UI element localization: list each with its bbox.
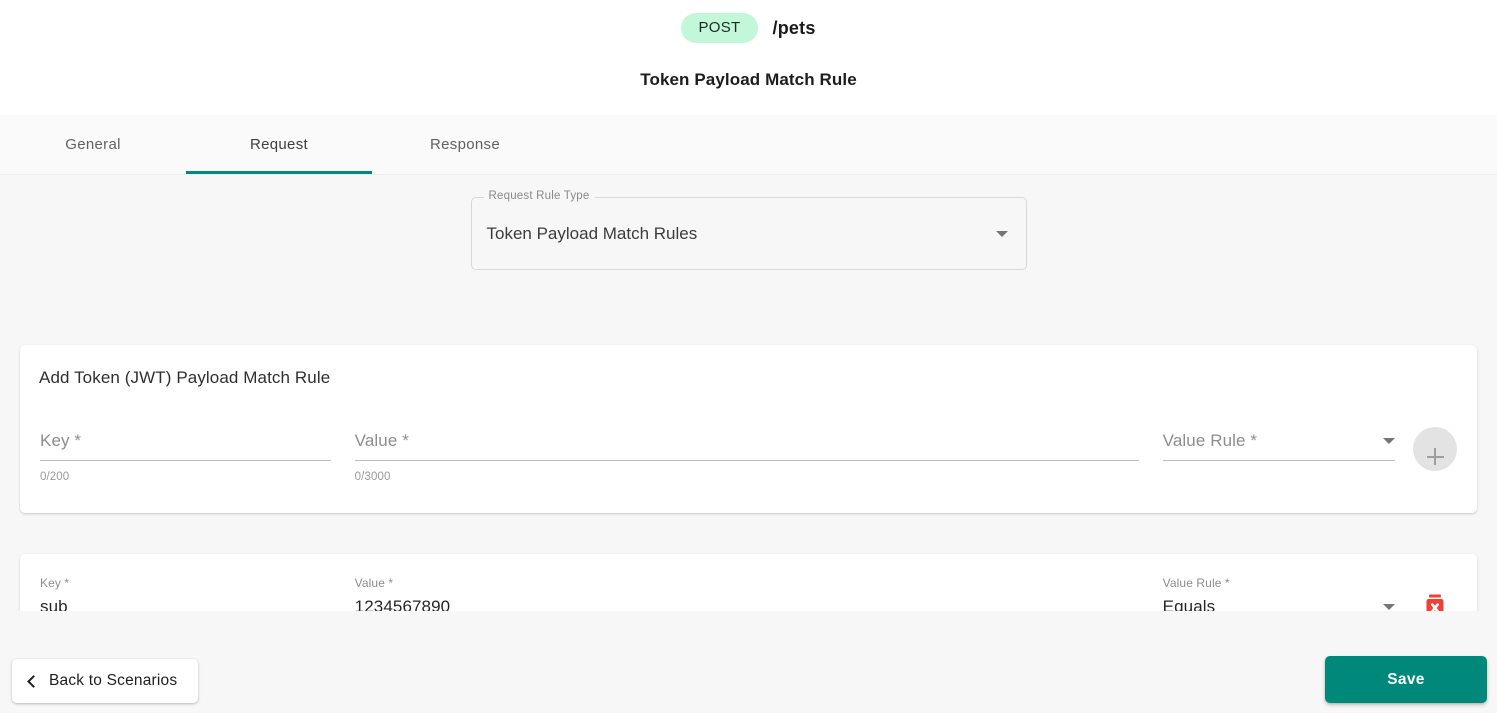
chevron-down-icon: [1383, 604, 1395, 610]
chevron-down-icon: [1383, 438, 1395, 444]
tab-response[interactable]: Response: [372, 115, 558, 174]
back-to-scenarios-label: Back to Scenarios: [49, 672, 178, 689]
page-header: POST /pets Token Payload Match Rule: [0, 0, 1497, 115]
add-value-underline: [354, 460, 1139, 461]
endpoint-row: POST /pets: [0, 0, 1497, 48]
add-rule-field-row: Key * 0/200 Value * 0/3000 Value Rule *: [20, 388, 1477, 483]
request-rule-type-value: Token Payload Match Rules: [486, 223, 698, 243]
endpoint-path: /pets: [772, 17, 816, 38]
row-value-label: Value *: [354, 576, 394, 590]
chevron-down-icon: [995, 230, 1008, 237]
bottom-action-bar: Back to Scenarios Save: [0, 611, 1497, 713]
add-rule-card-title: Add Token (JWT) Payload Match Rule: [39, 368, 331, 387]
add-key-counter: 0/200: [40, 471, 70, 483]
save-button[interactable]: Save: [1325, 656, 1487, 703]
app-root: POST /pets Token Payload Match Rule Gene…: [0, 0, 1497, 713]
add-value-rule-placeholder: Value Rule *: [1162, 431, 1258, 450]
add-value-placeholder: Value *: [354, 431, 409, 450]
request-rule-type-label: Request Rule Type: [483, 190, 595, 202]
row-value-rule-label: Value Rule *: [1162, 576, 1230, 590]
add-key-placeholder: Key *: [40, 431, 82, 450]
add-value-field[interactable]: Value * 0/3000: [354, 427, 1163, 483]
plus-icon: [1434, 448, 1436, 465]
tab-bar: General Request Response: [0, 115, 1497, 175]
add-value-rule-select[interactable]: Value Rule *: [1162, 427, 1395, 461]
add-value-rule-line: Value Rule *: [1163, 427, 1395, 455]
add-rule-card: Add Token (JWT) Payload Match Rule Key *…: [20, 345, 1477, 513]
request-rule-type-select[interactable]: Request Rule Type Token Payload Match Ru…: [470, 190, 1027, 270]
chevron-left-icon: [27, 674, 40, 688]
request-rule-type-wrap: Request Rule Type Token Payload Match Ru…: [0, 175, 1497, 270]
tab-request[interactable]: Request: [186, 115, 372, 174]
page-title: Token Payload Match Rule: [640, 70, 857, 89]
back-to-scenarios-button[interactable]: Back to Scenarios: [12, 659, 199, 703]
add-rule-button[interactable]: [1413, 427, 1457, 471]
content-area: Request Rule Type Token Payload Match Ru…: [0, 175, 1497, 713]
tab-general[interactable]: General: [0, 115, 186, 174]
add-value-counter: 0/3000: [354, 471, 391, 483]
add-value-rule-underline: [1162, 460, 1395, 461]
add-key-underline: [40, 460, 331, 461]
http-method-badge: POST: [681, 13, 758, 43]
add-key-field[interactable]: Key * 0/200: [40, 427, 355, 483]
row-key-label: Key *: [40, 576, 70, 590]
